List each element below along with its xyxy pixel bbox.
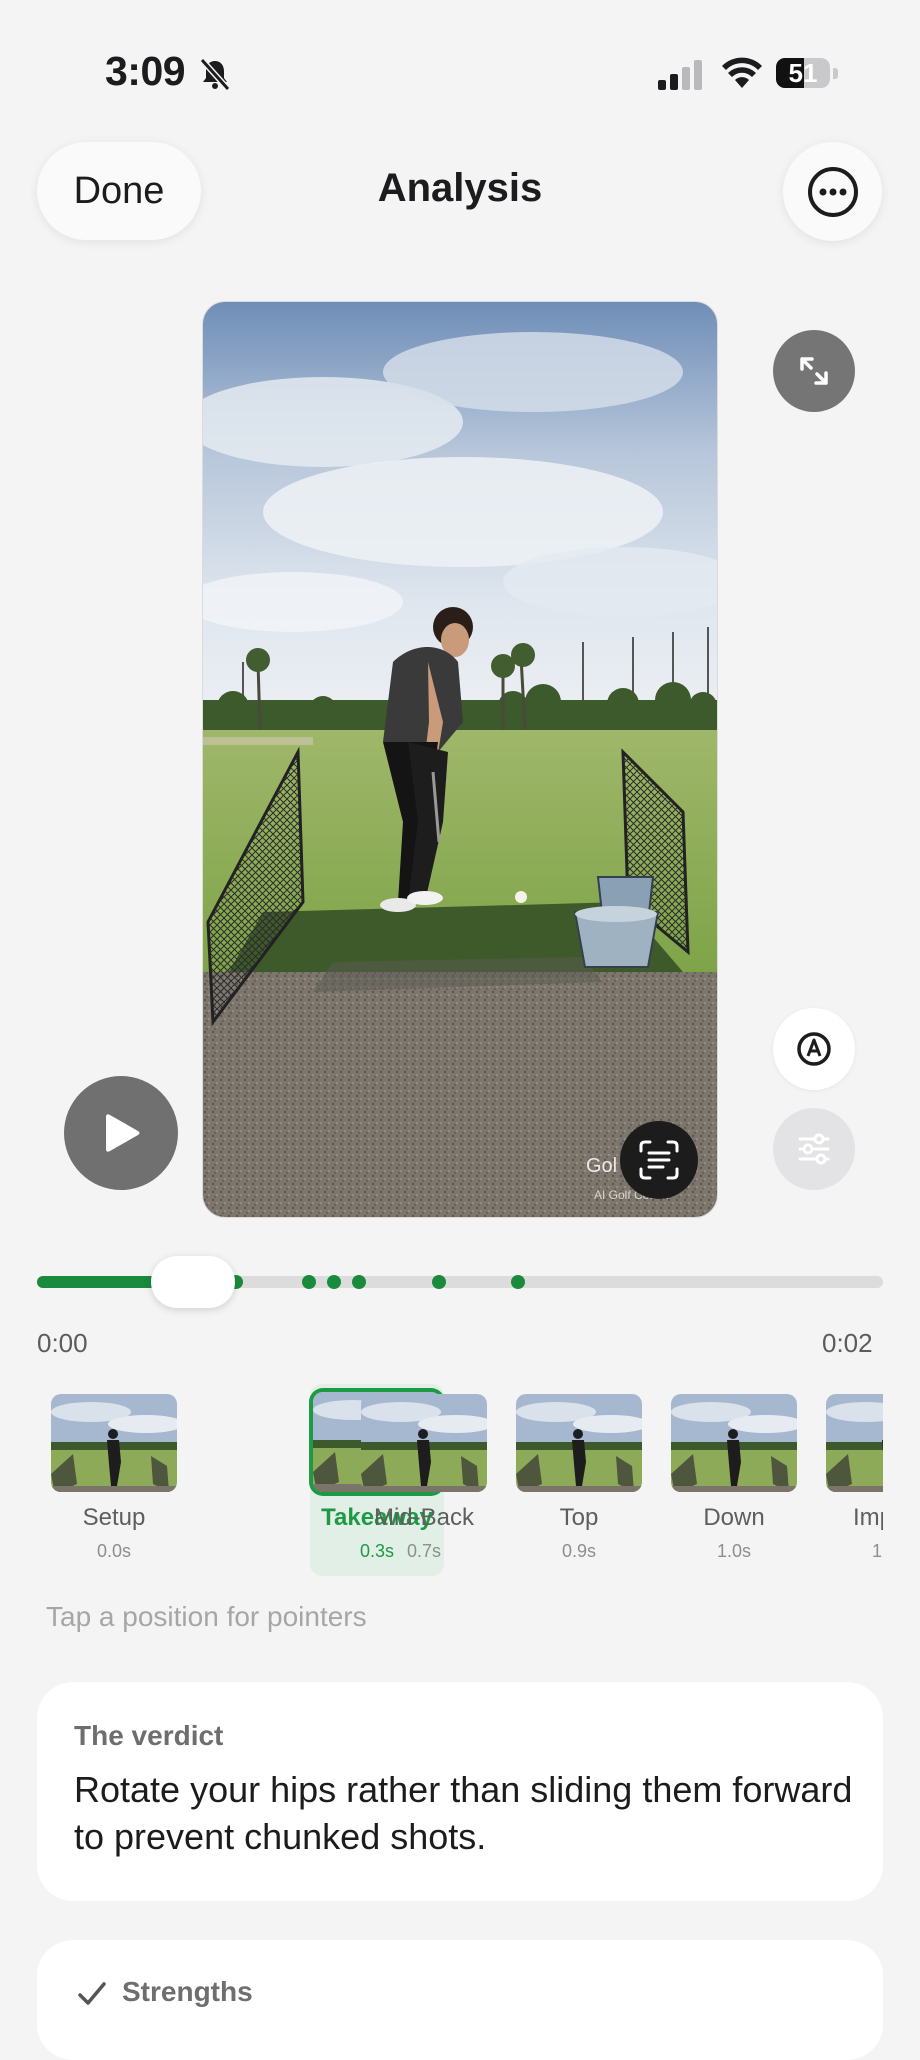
verdict-body: Rotate your hips rather than sliding the… [74,1769,853,1857]
status-time: 3:09 [105,48,186,94]
position-time: 0.0s [96,1541,132,1561]
ellipsis-circle-icon [807,166,858,217]
verdict-title: The verdict [74,1720,224,1751]
strengths-title: Strengths [122,1976,253,2007]
position-time: 1.0s [716,1541,752,1561]
position-label: Top [559,1504,599,1531]
bell-slash-icon [199,57,231,92]
play-icon [106,1114,140,1152]
position-thumbnail [516,1394,642,1492]
verdict-card: The verdict Rotate your hips rather than… [37,1682,883,1901]
battery-percent: 51 [788,58,818,88]
adjust-button[interactable] [773,1108,855,1190]
wifi-icon [722,57,762,88]
positions-hint: Tap a position for pointers [46,1601,367,1632]
position-time: 1.1s [871,1541,883,1561]
swing-video[interactable] [203,302,717,1217]
cellular-signal-icon [658,60,702,90]
position-top[interactable]: Top 0.9s [502,1384,642,1576]
timeline-position-marker[interactable] [511,1275,526,1289]
position-label: Down [703,1504,765,1531]
video-frame-illustration [203,302,717,1217]
position-down[interactable]: Down 1.0s [657,1384,797,1576]
strengths-card[interactable]: Strengths [37,1940,883,2060]
position-thumbnail [361,1394,487,1492]
swing-positions-strip[interactable]: Setup 0.0s Takeaway 0.3s Mid-Back 0.7s Top 0… [37,1384,883,1576]
timeline-start-time: 0:00 [37,1328,88,1358]
more-button[interactable] [783,142,882,241]
position-label: Impact [852,1504,883,1531]
draw-button[interactable] [773,1008,855,1090]
text-scan-icon [639,1140,679,1180]
page-title: Analysis [377,166,543,210]
timeline-position-marker[interactable] [326,1275,341,1289]
position-label: Mid-Back [373,1504,475,1531]
position-thumbnail [671,1394,797,1492]
position-thumbnail [51,1394,177,1492]
checkmark-icon [78,1982,106,2005]
timeline-thumb[interactable] [150,1256,235,1308]
timeline-position-marker[interactable] [352,1275,367,1289]
sliders-icon [798,1133,830,1165]
position-thumbnail [826,1394,883,1492]
pen-circle-icon [797,1032,831,1066]
position-label: Setup [82,1504,146,1531]
text-scan-button[interactable] [620,1121,698,1199]
battery-icon: 51 [776,56,838,90]
video-watermark: Gol [586,1155,618,1177]
position-time: 0.9s [561,1541,597,1561]
position-mid-back[interactable]: Mid-Back 0.7s [347,1384,487,1576]
position-impact[interactable]: Impact 1.1s [812,1384,883,1576]
timeline-position-marker[interactable] [301,1275,316,1289]
timeline-position-marker[interactable] [431,1275,446,1289]
expand-button[interactable] [773,330,855,412]
position-setup[interactable]: Setup 0.0s [37,1384,177,1576]
expand-arrows-icon [800,357,828,385]
position-time: 0.7s [406,1541,442,1561]
play-button[interactable] [64,1076,178,1190]
timeline-end-time: 0:02 [822,1328,873,1358]
